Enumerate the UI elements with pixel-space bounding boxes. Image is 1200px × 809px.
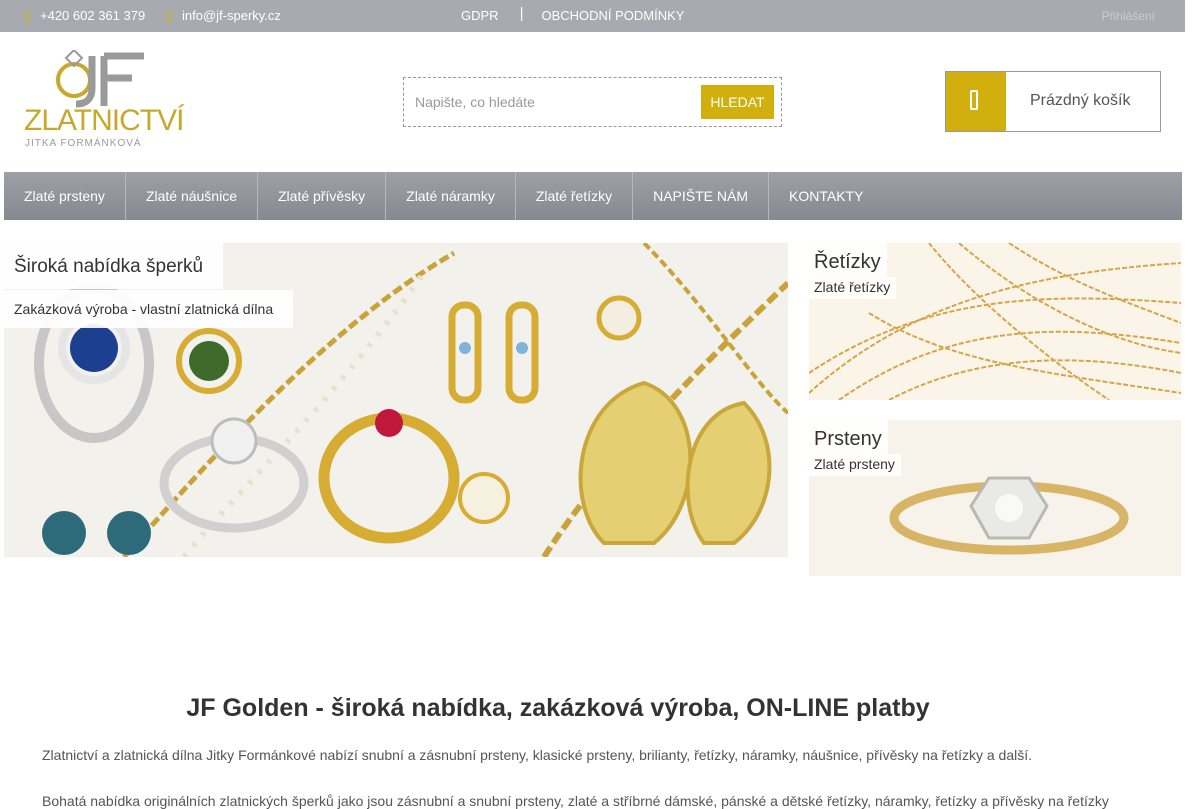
logo-monogram-icon — [56, 50, 144, 108]
slider-subtitle: Zakázková výroba - vlastní zlatnická díl… — [4, 290, 294, 328]
top-links: GDPR | OBCHODNÍ PODMÍNKY — [461, 5, 684, 23]
nav-item-pendants[interactable]: Zlaté přívěsky — [258, 172, 387, 220]
phone-icon: ▯ — [23, 7, 31, 23]
category-tile-rings[interactable]: Prsteny Zlaté prsteny — [809, 420, 1181, 576]
logo-name: ZLATNICTVÍ — [24, 104, 184, 137]
search-input[interactable] — [415, 90, 695, 114]
tile-chains-title: Řetízky — [809, 243, 887, 278]
nav-item-write-us[interactable]: NAPIŠTE NÁM — [633, 172, 769, 220]
category-tile-chains[interactable]: Řetízky Zlaté řetízky — [809, 243, 1181, 400]
cart-widget[interactable]: Prázdný košík — [945, 71, 1161, 132]
login-link[interactable]: Přihlášení — [1102, 9, 1155, 23]
shopping-bag-icon — [970, 90, 978, 110]
email-contact[interactable]: ▯ info@jf-sperky.cz — [164, 7, 281, 24]
logo-subtitle: JITKA FORMÁNKOVÁ — [25, 138, 142, 149]
offer-paragraph: Bohatá nabídka originálních zlatnických … — [42, 793, 1109, 809]
site-logo[interactable]: ZLATNICTVÍ JITKA FORMÁNKOVÁ — [24, 50, 184, 150]
nav-item-rings[interactable]: Zlaté prsteny — [4, 172, 126, 220]
nav-item-contacts[interactable]: KONTAKTY — [769, 172, 883, 220]
search-form: HLEDAT — [403, 77, 782, 127]
slider-title: Široká nabídka šperků — [4, 243, 224, 289]
gdpr-link[interactable]: GDPR — [461, 8, 499, 23]
intro-paragraph: Zlatnictví a zlatnická dílna Jitky Formá… — [42, 747, 1033, 763]
terms-link[interactable]: OBCHODNÍ PODMÍNKY — [541, 8, 684, 23]
tile-rings-title: Prsteny — [809, 420, 888, 455]
page-headline: JF Golden - široká nabídka, zakázková vý… — [186, 694, 930, 722]
cart-label[interactable]: Prázdný košík — [1030, 92, 1130, 110]
main-nav: Zlaté prsteny Zlaté náušnice Zlaté přívě… — [4, 172, 1182, 220]
email-address[interactable]: info@jf-sperky.cz — [182, 8, 281, 23]
nav-item-chains[interactable]: Zlaté řetízky — [516, 172, 634, 220]
top-bar: ▯ +420 602 361 379 ▯ info@jf-sperky.cz G… — [0, 0, 1185, 32]
hero-slider[interactable]: Široká nabídka šperků Zakázková výroba -… — [4, 243, 788, 557]
tile-rings-subtitle: Zlaté prsteny — [809, 454, 901, 476]
tile-chains-subtitle: Zlaté řetízky — [809, 277, 897, 299]
phone-contact[interactable]: ▯ +420 602 361 379 — [22, 7, 145, 24]
phone-number[interactable]: +420 602 361 379 — [40, 8, 145, 23]
cart-icon-box[interactable] — [946, 72, 1006, 131]
envelope-icon: ▯ — [165, 7, 173, 23]
nav-item-bracelets[interactable]: Zlaté náramky — [386, 172, 516, 220]
search-button[interactable]: HLEDAT — [701, 85, 774, 119]
link-separator: | — [519, 5, 524, 22]
nav-item-earrings[interactable]: Zlaté náušnice — [126, 172, 258, 220]
